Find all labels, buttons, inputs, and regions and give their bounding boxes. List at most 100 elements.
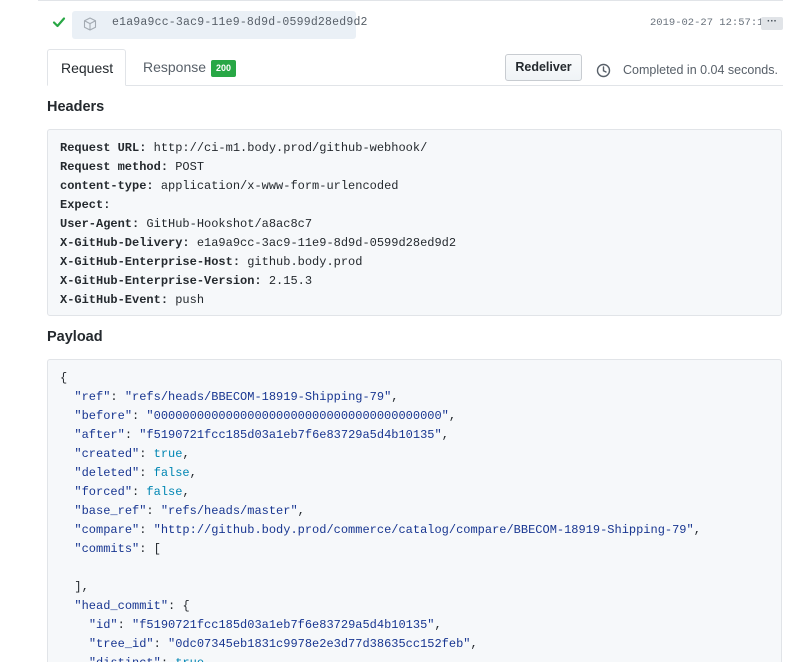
header-line: X-GitHub-Delivery: e1a9a9cc-3ac9-11e9-8d… — [60, 234, 769, 253]
check-icon — [52, 17, 66, 28]
json-value: false — [146, 485, 183, 499]
header-key: X-GitHub-Event: — [60, 293, 169, 307]
header-value: GitHub-Hookshot/a8ac8c7 — [139, 217, 313, 231]
json-key: "base_ref" — [74, 504, 147, 518]
header-line: Expect: — [60, 196, 769, 215]
json-key: "tree_id" — [88, 637, 154, 651]
completed-duration: Completed in 0.04 seconds. — [623, 63, 778, 77]
header-key: X-GitHub-Enterprise-Version: — [60, 274, 262, 288]
json-value: false — [153, 466, 190, 480]
json-key: "ref" — [74, 390, 111, 404]
header-key: X-GitHub-Delivery: — [60, 236, 190, 250]
delivery-guid: e1a9a9cc-3ac9-11e9-8d9d-0599d28ed9d2 — [112, 16, 368, 29]
json-value: { — [182, 599, 190, 613]
header-line: content-type: application/x-www-form-url… — [60, 177, 769, 196]
header-value: POST — [168, 160, 205, 174]
tab-response-label: Response — [143, 59, 207, 75]
json-key: "deleted" — [74, 466, 140, 480]
header-value: github.body.prod — [240, 255, 363, 269]
json-punctuation: , — [434, 618, 442, 632]
json-punctuation: , — [391, 390, 399, 404]
more-options-button[interactable]: ··· — [761, 17, 783, 30]
json-value: "0dc07345eb1831c9978e2e3d77d38635cc152fe… — [168, 637, 471, 651]
json-value: "f5190721fcc185d03a1eb7f6e83729a5d4b1013… — [132, 618, 435, 632]
tab-request-label: Request — [61, 60, 114, 76]
json-value: "refs/heads/BBECOM-18919-Shipping-79" — [124, 390, 392, 404]
json-value: "http://github.body.prod/commerce/catalo… — [153, 523, 694, 537]
json-punctuation: , — [189, 466, 197, 480]
header-key: User-Agent: — [60, 217, 140, 231]
json-key: "before" — [74, 409, 133, 423]
header-value: e1a9a9cc-3ac9-11e9-8d9d-0599d28ed9d2 — [189, 236, 457, 250]
json-separator: : — [153, 637, 169, 651]
header-key: content-type: — [60, 179, 154, 193]
json-value: [ — [153, 542, 161, 556]
payload-line: "base_ref": "refs/heads/master", — [60, 502, 769, 521]
payload-line: "id": "f5190721fcc185d03a1eb7f6e83729a5d… — [60, 616, 769, 635]
json-separator: : — [139, 447, 154, 461]
payload-line: "ref": "refs/heads/BBECOM-18919-Shipping… — [60, 388, 769, 407]
payload-line: "before": "00000000000000000000000000000… — [60, 407, 769, 426]
header-line: X-GitHub-Enterprise-Version: 2.15.3 — [60, 272, 769, 291]
header-value: push — [168, 293, 205, 307]
payload-line: "distinct": true, — [60, 654, 769, 662]
json-punctuation: , — [182, 447, 190, 461]
json-value: ], — [74, 580, 89, 594]
tab-response[interactable]: Response 200 — [130, 49, 249, 86]
json-value: true — [175, 656, 204, 662]
tab-request[interactable]: Request — [47, 49, 126, 86]
payload-line — [60, 559, 769, 578]
json-value: "refs/heads/master" — [160, 504, 298, 518]
payload-line: "deleted": false, — [60, 464, 769, 483]
json-punctuation: , — [693, 523, 701, 537]
json-separator: : — [124, 428, 140, 442]
json-key: "distinct" — [89, 656, 161, 662]
json-punctuation: , — [182, 485, 190, 499]
header-line: X-GitHub-Enterprise-Host: github.body.pr… — [60, 253, 769, 272]
headers-heading: Headers — [47, 99, 105, 115]
json-separator: : — [139, 523, 154, 537]
payload-line: "forced": false, — [60, 483, 769, 502]
json-value: { — [60, 371, 68, 385]
payload-line: "commits": [ — [60, 540, 769, 559]
json-separator: : — [132, 409, 147, 423]
json-punctuation: , — [448, 409, 457, 423]
json-separator: : — [139, 542, 154, 556]
payload-line: "created": true, — [60, 445, 769, 464]
header-key: Request method: — [60, 160, 169, 174]
header-line: User-Agent: GitHub-Hookshot/a8ac8c7 — [60, 215, 769, 234]
json-separator: : — [168, 599, 183, 613]
status-badge: 200 — [211, 60, 237, 77]
json-value: true — [153, 447, 183, 461]
json-separator: : — [117, 618, 133, 632]
header-line: Request URL: http://ci-m1.body.prod/gith… — [60, 139, 769, 158]
json-key: "forced" — [74, 485, 133, 499]
redeliver-button[interactable]: Redeliver — [505, 54, 582, 81]
json-separator: : — [139, 466, 154, 480]
payload-line: { — [60, 369, 769, 388]
payload-line: ], — [60, 578, 769, 597]
json-punctuation: , — [297, 504, 305, 518]
cube-icon — [83, 17, 97, 31]
payload-line: "compare": "http://github.body.prod/comm… — [60, 521, 769, 540]
header-key: Request URL: — [60, 141, 147, 155]
json-value: "f5190721fcc185d03a1eb7f6e83729a5d4b1013… — [139, 428, 442, 442]
json-value: "000000000000000000000000000000000000000… — [146, 409, 449, 423]
payload-line: "after": "f5190721fcc185d03a1eb7f6e83729… — [60, 426, 769, 445]
json-key: "head_commit" — [74, 599, 169, 613]
payload-code-block: { "ref": "refs/heads/BBECOM-18919-Shippi… — [47, 359, 782, 662]
clock-icon — [596, 63, 611, 78]
json-key: "created" — [74, 447, 140, 461]
header-key: X-GitHub-Enterprise-Host: — [60, 255, 241, 269]
